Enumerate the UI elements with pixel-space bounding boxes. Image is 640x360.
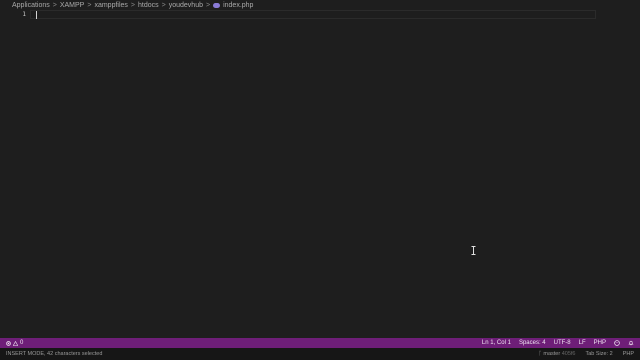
status-bar: 0 Ln 1, Col 1 Spaces: 4 UTF-8 LF PHP [0,338,640,348]
breadcrumb-item-htdocs[interactable]: htdocs [138,2,159,9]
chevron-right-icon: > [130,2,136,9]
breadcrumb-item-xamppfiles[interactable]: xamppfiles [94,2,127,9]
breadcrumb-item-applications[interactable]: Applications [12,2,50,9]
chevron-right-icon: > [52,2,57,9]
chevron-right-icon: > [87,2,92,9]
line-number: 1 [22,11,26,18]
language-mode[interactable]: PHP [594,340,606,346]
error-icon [6,340,11,346]
feedback-icon[interactable] [614,340,620,346]
chevron-right-icon: > [206,2,211,9]
branch-name: master [543,351,561,357]
bottom-language[interactable]: PHP [623,351,634,357]
vim-mode: INSERT MODE, 42 characters selected [6,351,103,357]
breadcrumb-item-xampp[interactable]: XAMPP [60,2,85,9]
indentation[interactable]: Spaces: 4 [519,340,546,346]
git-branch[interactable]: ᚴ master 405f6 [539,351,576,357]
warning-icon [13,340,18,346]
encoding[interactable]: UTF-8 [554,340,571,346]
current-line-highlight [30,10,596,19]
problems-indicator[interactable]: 0 [6,340,23,346]
ibeam-pointer-icon [471,246,476,255]
chevron-right-icon: > [161,2,166,9]
tab-size[interactable]: Tab Size: 2 [585,351,612,357]
end-of-line[interactable]: LF [579,340,586,346]
breadcrumb-item-index-php[interactable]: index.php [223,2,253,9]
vim-status-line: INSERT MODE, 42 characters selected ᚴ ma… [0,348,640,360]
text-cursor [36,11,37,19]
branch-hash: 405f6 [561,351,576,357]
cursor-position[interactable]: Ln 1, Col 1 [482,340,511,346]
problems-count: 0 [20,340,24,346]
breadcrumb-item-youdevhub[interactable]: youdevhub [169,2,203,9]
code-editor[interactable]: 1 [0,10,640,338]
php-file-icon [213,3,221,8]
bell-icon[interactable] [628,340,634,346]
